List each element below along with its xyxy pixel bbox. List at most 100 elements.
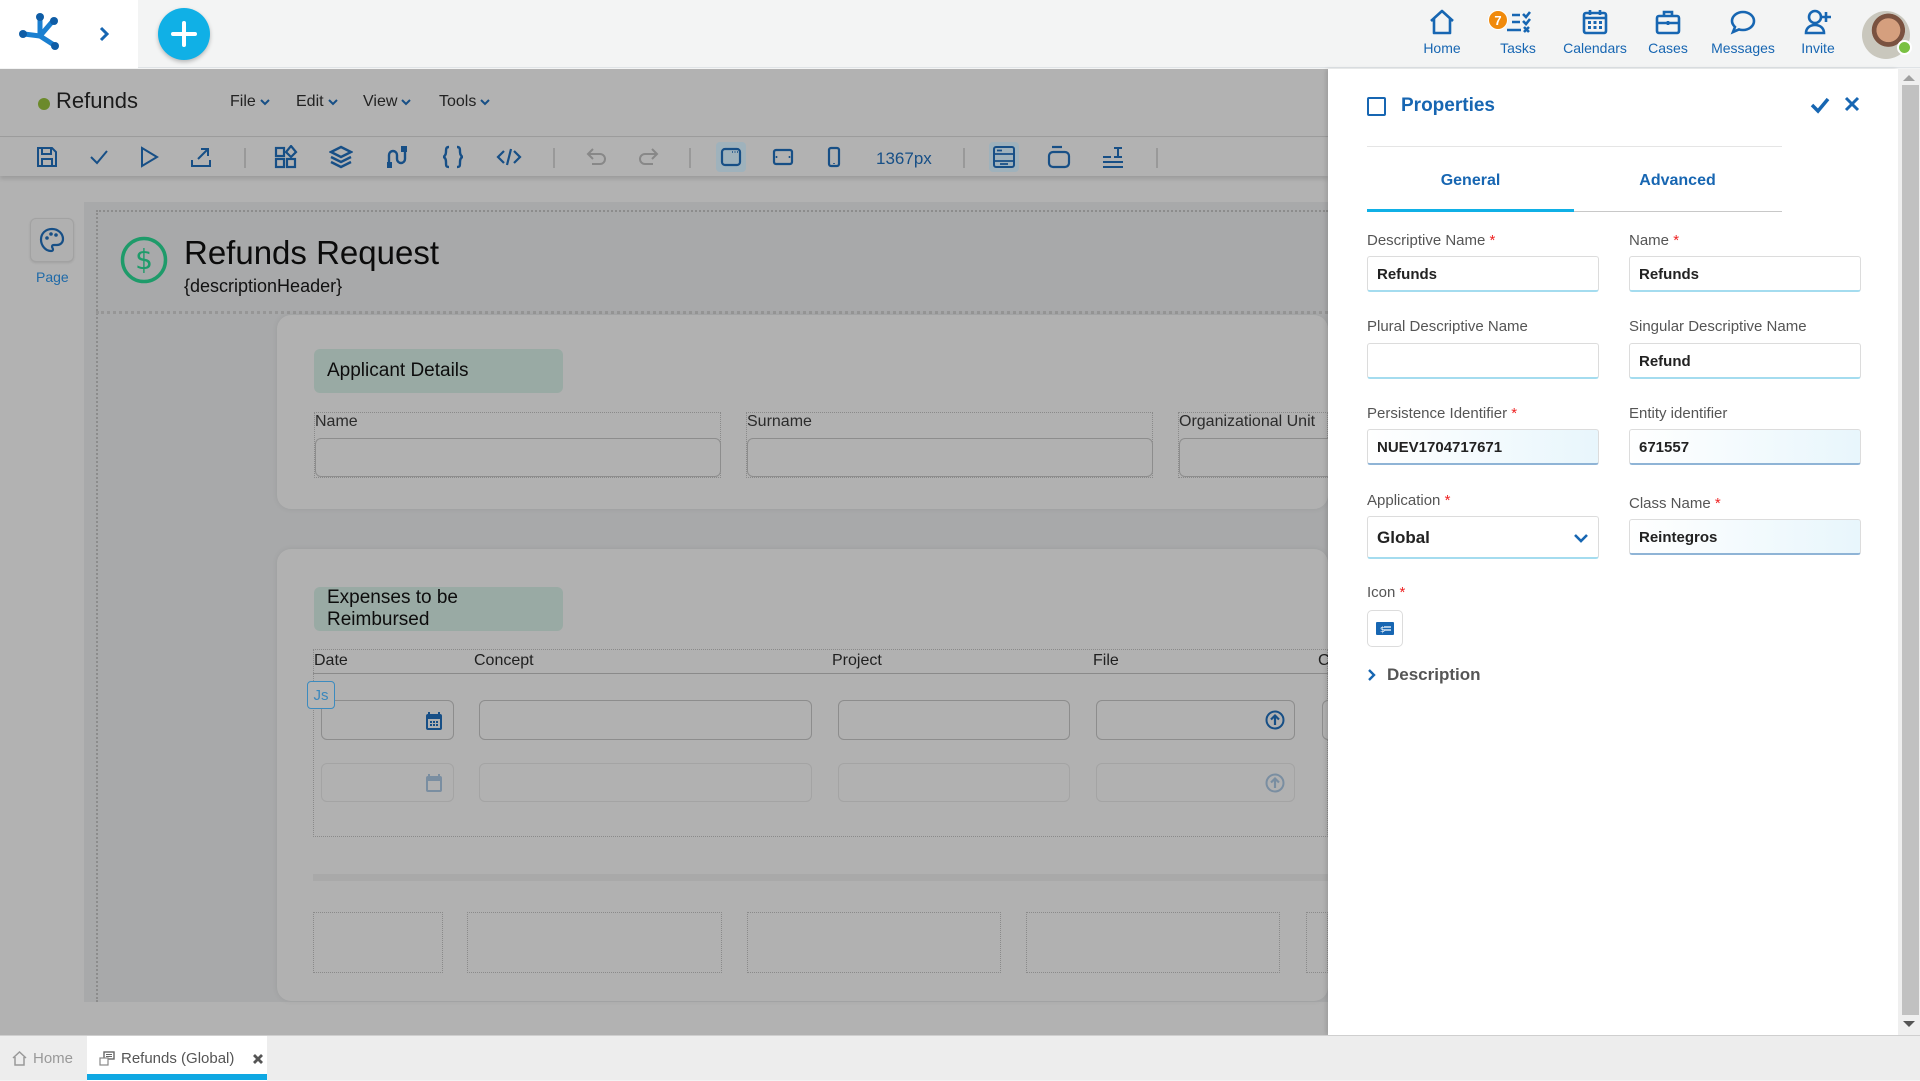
header-divider: [96, 311, 1328, 314]
verify-button[interactable]: [84, 142, 114, 172]
redo-button[interactable]: [633, 142, 663, 172]
footer-cell: [313, 912, 443, 973]
layout-view-button[interactable]: [989, 142, 1019, 172]
name-input[interactable]: Refunds: [1629, 256, 1861, 292]
singular-descriptive-name-input[interactable]: Refund: [1629, 343, 1861, 379]
expenses-grid: [313, 649, 1328, 837]
layers-button[interactable]: [326, 142, 356, 172]
persistence-identifier-input[interactable]: NUEV1704717671: [1367, 429, 1599, 465]
components-button[interactable]: [271, 142, 301, 172]
column-header-project[interactable]: Project: [832, 652, 882, 670]
mobile-view-button[interactable]: [819, 142, 849, 172]
desktop-view-button[interactable]: [716, 142, 746, 172]
nav-messages[interactable]: Messages: [1710, 8, 1776, 58]
descriptive-name-input[interactable]: Refunds: [1367, 256, 1599, 292]
app-logo-icon[interactable]: [18, 12, 62, 54]
calendar-icon: [1582, 10, 1608, 35]
nav-calendars[interactable]: Calendars: [1560, 8, 1630, 58]
field-label-organizational-unit: Organizational Unit: [1179, 413, 1316, 430]
active-tab-indicator: [87, 1074, 267, 1080]
section-title-expenses[interactable]: Expenses to be Reimbursed: [314, 587, 563, 631]
page-sidebar: Page: [0, 176, 82, 1035]
column-header-file[interactable]: File: [1093, 652, 1119, 670]
code-button[interactable]: [494, 142, 524, 172]
section-title-applicant-details[interactable]: Applicant Details: [314, 349, 563, 393]
nav-cases[interactable]: Cases: [1646, 8, 1690, 58]
project-input-template[interactable]: [838, 763, 1070, 802]
project-input[interactable]: [838, 700, 1070, 740]
expand-sidebar-chevron-icon[interactable]: [98, 26, 110, 42]
tab-general[interactable]: General: [1367, 172, 1574, 190]
flow-view-button[interactable]: [1098, 142, 1128, 172]
variables-button[interactable]: [438, 142, 468, 172]
concept-input-template[interactable]: [479, 763, 812, 802]
tasks-icon: [1507, 11, 1532, 33]
scroll-down-icon[interactable]: [1903, 1021, 1915, 1027]
column-header-date[interactable]: Date: [314, 652, 348, 670]
form-title[interactable]: Refunds Request: [184, 234, 439, 272]
upload-icon[interactable]: [1265, 710, 1285, 730]
concept-input[interactable]: [479, 700, 812, 740]
surname-input[interactable]: [747, 438, 1153, 477]
entity-identifier-label: Entity identifier: [1629, 405, 1728, 422]
menu-view[interactable]: View: [363, 93, 412, 111]
menu-tools-label: Tools: [439, 93, 477, 110]
properties-panel: Properties General Advanced Descriptive …: [1328, 69, 1898, 1035]
organizational-unit-input[interactable]: [1179, 438, 1339, 477]
undo-button[interactable]: [582, 142, 612, 172]
confirm-icon[interactable]: [1810, 96, 1830, 114]
scroll-up-icon[interactable]: [1903, 75, 1915, 81]
frame-view-button[interactable]: [1044, 142, 1074, 172]
bottom-tab-home-label: Home: [33, 1050, 74, 1067]
grid-totals-bar: [313, 874, 1328, 881]
scroll-thumb[interactable]: [1902, 85, 1919, 1015]
menu-file[interactable]: File: [230, 93, 270, 111]
chevron-down-icon[interactable]: [1573, 533, 1589, 543]
save-button[interactable]: [32, 142, 62, 172]
bottom-tab-home[interactable]: Home: [12, 1036, 73, 1081]
menu-edit[interactable]: Edit: [296, 93, 338, 111]
form-document-icon: [99, 1051, 115, 1066]
js-script-badge[interactable]: Js: [307, 681, 335, 709]
nav-invite-label: Invite: [1801, 40, 1835, 56]
application-selected-value: Global: [1377, 528, 1430, 547]
name-input[interactable]: [315, 438, 721, 477]
code-icon: [496, 148, 522, 166]
properties-scrollbar[interactable]: [1898, 69, 1920, 1035]
close-tab-icon[interactable]: [252, 1053, 264, 1065]
page-settings-button[interactable]: [30, 218, 74, 262]
nav-home[interactable]: Home: [1420, 8, 1464, 58]
designer-toolbar: 1367px: [0, 138, 1328, 176]
application-select[interactable]: Global: [1367, 516, 1599, 559]
tab-advanced[interactable]: Advanced: [1574, 172, 1781, 190]
icon-picker-button[interactable]: $: [1367, 610, 1403, 647]
data-sources-button[interactable]: [381, 142, 411, 172]
form-subtitle[interactable]: {descriptionHeader}: [184, 276, 342, 297]
nav-cases-label: Cases: [1648, 40, 1688, 56]
publish-button[interactable]: [186, 142, 216, 172]
select-all-checkbox[interactable]: [1367, 97, 1386, 116]
redo-icon: [639, 148, 659, 165]
bottom-tab-bar: Home Refunds (Global): [0, 1035, 1920, 1081]
mobile-view-icon: [827, 146, 841, 168]
footer-cell: [1306, 912, 1328, 973]
nav-invite[interactable]: Invite: [1796, 8, 1840, 58]
upload-icon: [1265, 773, 1285, 793]
field-label-surname: Surname: [747, 413, 812, 430]
close-icon[interactable]: [1844, 96, 1860, 112]
check-icon: [90, 150, 108, 165]
singular-descriptive-name-label: Singular Descriptive Name: [1629, 318, 1807, 335]
tablet-view-button[interactable]: [768, 142, 798, 172]
entity-identifier-input[interactable]: 671557: [1629, 429, 1861, 465]
run-button[interactable]: [134, 142, 164, 172]
column-header-concept[interactable]: Concept: [474, 652, 534, 670]
stamp-icon: [1103, 147, 1123, 168]
plural-descriptive-name-input[interactable]: [1367, 343, 1599, 379]
new-button[interactable]: [158, 8, 210, 60]
nav-calendars-label: Calendars: [1563, 40, 1627, 56]
class-name-input[interactable]: Reintegros: [1629, 519, 1861, 555]
calendar-icon[interactable]: [425, 711, 443, 731]
nav-tasks[interactable]: 7 Tasks: [1488, 8, 1540, 58]
menu-tools[interactable]: Tools: [439, 93, 491, 111]
description-expander[interactable]: Description: [1367, 665, 1481, 685]
